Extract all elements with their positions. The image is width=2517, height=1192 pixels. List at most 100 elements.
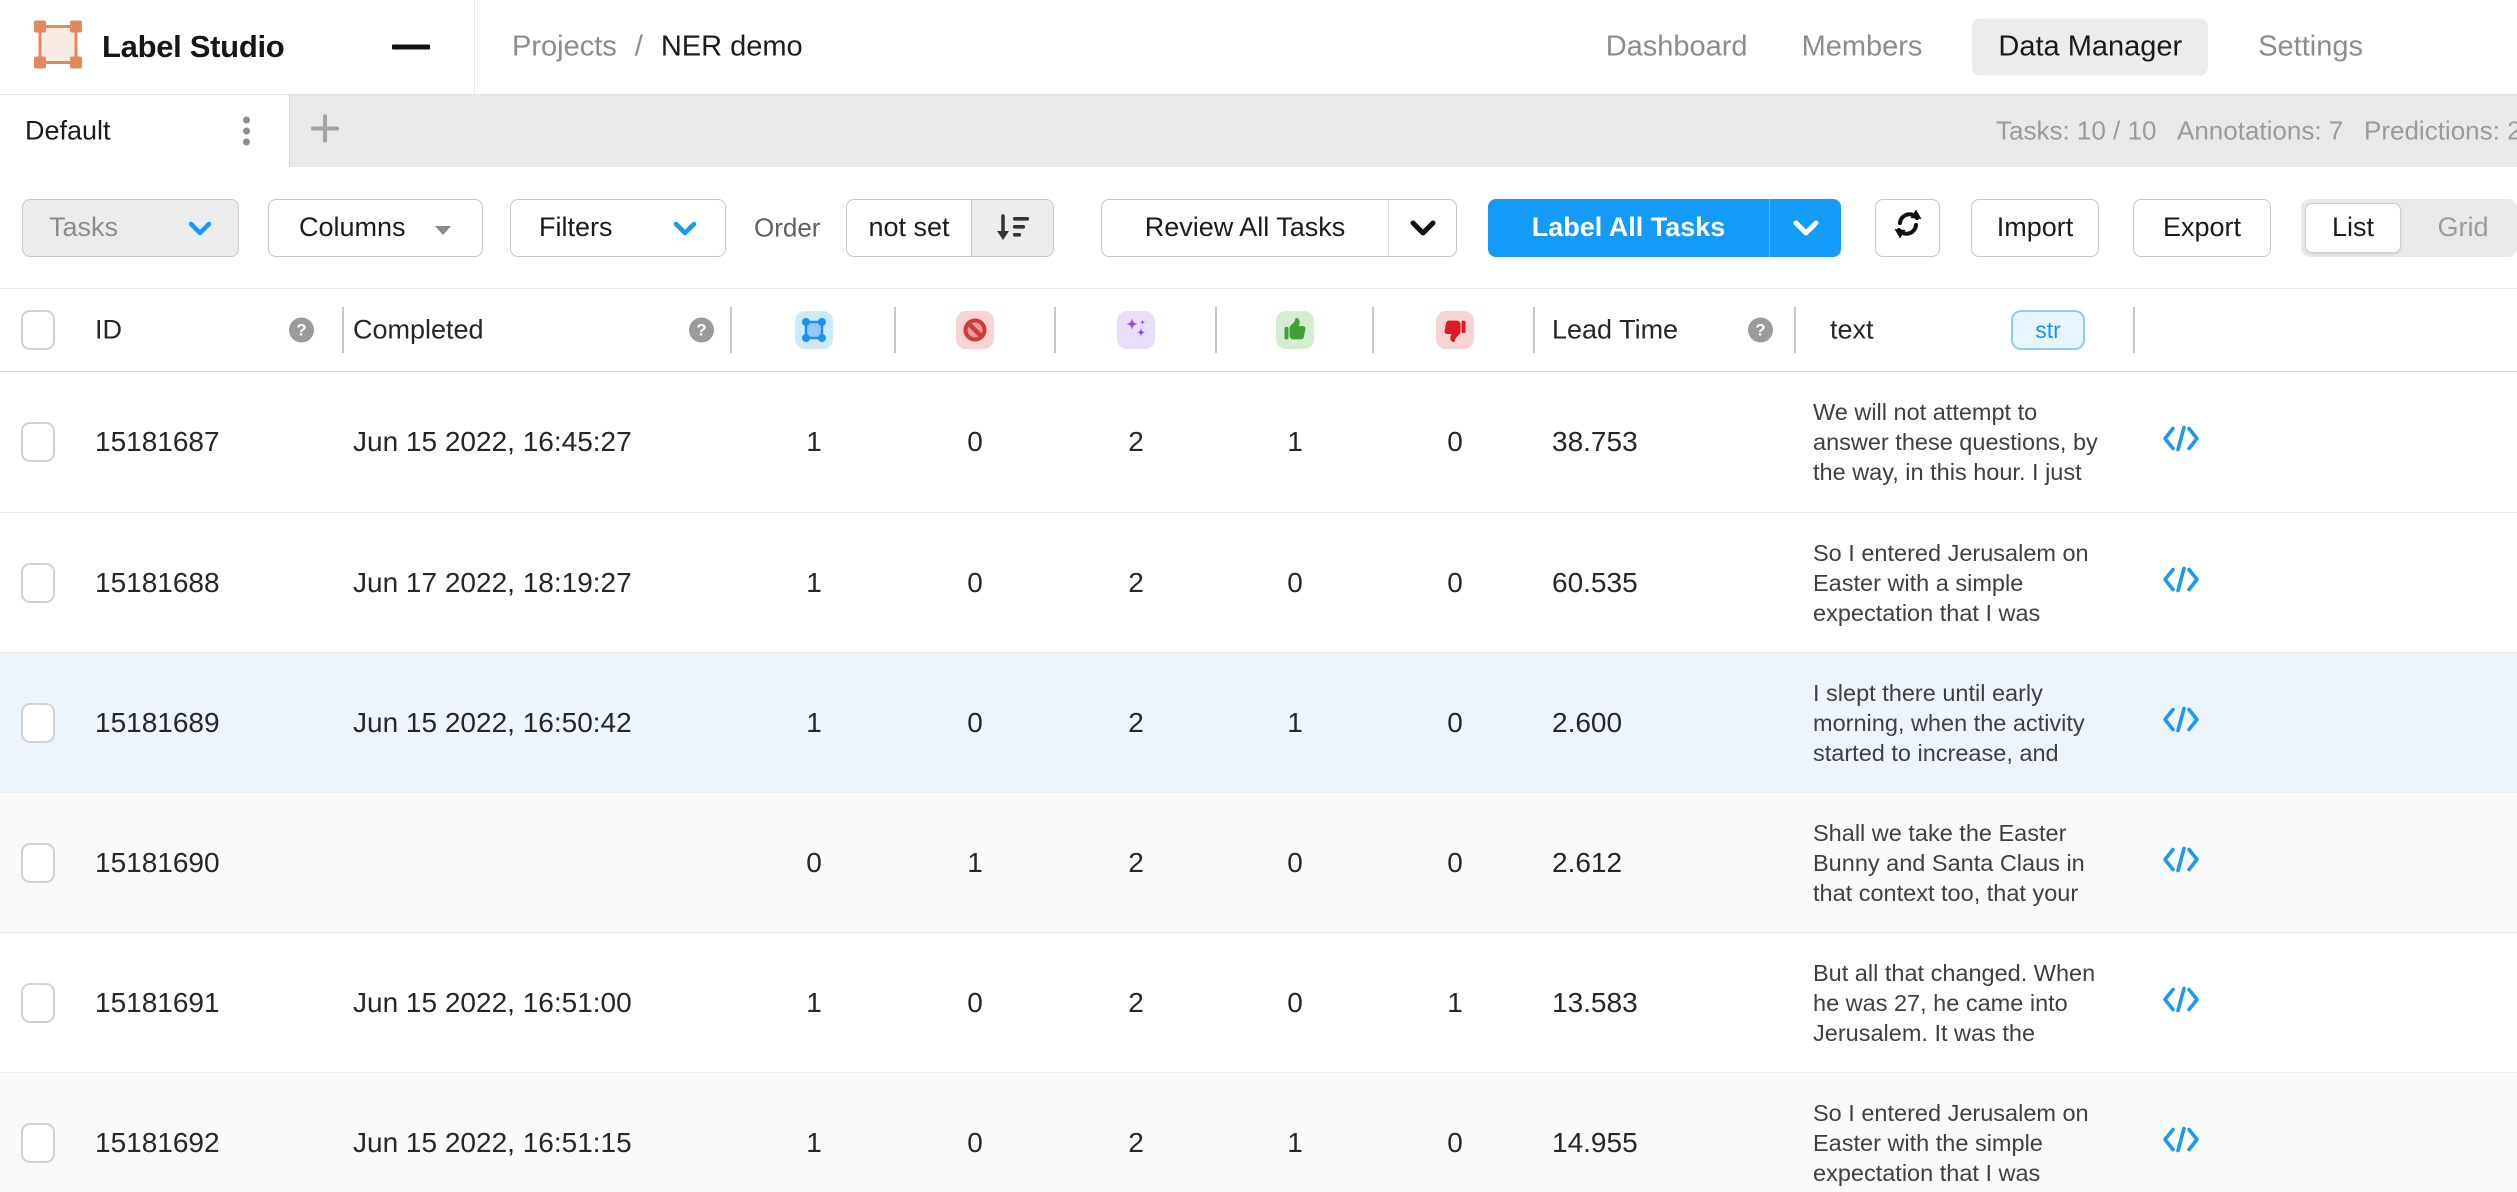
filters-dropdown-button[interactable]: Filters bbox=[510, 199, 726, 257]
annotations-value: 1 bbox=[754, 707, 874, 739]
refresh-icon bbox=[1891, 207, 1925, 248]
column-header-lead-time[interactable]: Lead Time bbox=[1552, 315, 1678, 346]
breadcrumb-projects-link[interactable]: Projects bbox=[512, 31, 617, 64]
nav-dashboard[interactable]: Dashboard bbox=[1602, 19, 1752, 76]
code-icon[interactable] bbox=[2162, 1124, 2200, 1161]
task-text: I slept there until early morning, when … bbox=[1813, 678, 2103, 768]
rejected-value: 0 bbox=[1395, 1127, 1515, 1159]
review-all-tasks-button[interactable]: Review All Tasks bbox=[1101, 199, 1457, 257]
code-icon[interactable] bbox=[2162, 984, 2200, 1021]
column-divider[interactable] bbox=[894, 307, 896, 353]
column-header-id[interactable]: ID bbox=[95, 315, 122, 346]
completed-date: Jun 15 2022, 16:50:42 bbox=[353, 707, 632, 739]
chevron-down-icon[interactable] bbox=[1388, 200, 1456, 256]
cancelled-annotations-column-icon[interactable] bbox=[956, 311, 994, 349]
code-icon[interactable] bbox=[2162, 704, 2200, 741]
view-toggle-list[interactable]: List bbox=[2305, 203, 2401, 253]
annotations-column-icon[interactable] bbox=[795, 311, 833, 349]
rejected-value: 1 bbox=[1395, 987, 1515, 1019]
row-checkbox[interactable] bbox=[21, 703, 55, 743]
annotations-value: 1 bbox=[754, 426, 874, 458]
label-all-tasks-button[interactable]: Label All Tasks bbox=[1488, 199, 1841, 257]
task-text: So I entered Jerusalem on Easter with th… bbox=[1813, 1098, 2103, 1188]
rejected-value: 0 bbox=[1395, 567, 1515, 599]
column-divider[interactable] bbox=[1054, 307, 1056, 353]
order-label: Order bbox=[754, 212, 820, 243]
table-row[interactable]: 15181692 Jun 15 2022, 16:51:15 1 0 2 1 0… bbox=[0, 1072, 2517, 1192]
column-divider[interactable] bbox=[1372, 307, 1374, 353]
sort-descending-icon[interactable] bbox=[971, 200, 1053, 256]
column-divider[interactable] bbox=[1794, 307, 1796, 353]
predictions-value: 2 bbox=[1076, 1127, 1196, 1159]
data-manager-toolbar: Tasks Columns Filters Order not set Re bbox=[0, 167, 2517, 289]
annotations-count: Annotations: 7 bbox=[2177, 116, 2343, 147]
add-tab-icon[interactable] bbox=[310, 114, 340, 149]
label-studio-logo-icon bbox=[32, 19, 84, 76]
nav-settings[interactable]: Settings bbox=[2254, 19, 2367, 76]
select-all-checkbox[interactable] bbox=[21, 310, 55, 350]
task-id: 15181691 bbox=[95, 987, 220, 1019]
breadcrumb-separator: / bbox=[635, 31, 643, 64]
column-divider[interactable] bbox=[2133, 307, 2135, 353]
row-checkbox[interactable] bbox=[21, 1123, 55, 1163]
table-row[interactable]: 15181688 Jun 17 2022, 18:19:27 1 0 2 0 0… bbox=[0, 512, 2517, 652]
row-checkbox[interactable] bbox=[21, 843, 55, 883]
table-row[interactable]: 15181690 0 1 2 0 0 2.612 Shall we take t… bbox=[0, 792, 2517, 932]
hamburger-menu-icon[interactable] bbox=[392, 39, 430, 56]
cancelled-value: 0 bbox=[915, 567, 1035, 599]
tab-default[interactable]: Default bbox=[0, 95, 290, 167]
completed-date: Jun 15 2022, 16:51:00 bbox=[353, 987, 632, 1019]
code-icon[interactable] bbox=[2162, 424, 2200, 461]
table-row[interactable]: 15181687 Jun 15 2022, 16:45:27 1 0 2 1 0… bbox=[0, 372, 2517, 512]
column-divider[interactable] bbox=[1533, 307, 1535, 353]
column-divider[interactable] bbox=[1215, 307, 1217, 353]
view-toggle-grid[interactable]: Grid bbox=[2413, 199, 2513, 257]
accepted-value: 1 bbox=[1235, 1127, 1355, 1159]
lead-time-value: 13.583 bbox=[1552, 987, 1638, 1019]
rejected-value: 0 bbox=[1395, 426, 1515, 458]
rejected-value: 0 bbox=[1395, 847, 1515, 879]
accepted-column-icon[interactable] bbox=[1276, 311, 1314, 349]
order-value-button[interactable]: not set bbox=[846, 199, 1054, 257]
columns-dropdown-button[interactable]: Columns bbox=[268, 199, 483, 257]
help-icon: ? bbox=[689, 318, 714, 343]
project-nav: Dashboard Members Data Manager Settings bbox=[1602, 19, 2367, 76]
view-tab-strip: Default Tasks: 10 / 10 Annotations: 7 Pr… bbox=[0, 95, 2517, 167]
task-text: But all that changed. When he was 27, he… bbox=[1813, 958, 2103, 1048]
accepted-value: 0 bbox=[1235, 987, 1355, 1019]
task-table-body: 15181687 Jun 15 2022, 16:45:27 1 0 2 1 0… bbox=[0, 372, 2517, 1192]
chevron-down-icon[interactable] bbox=[1769, 199, 1841, 257]
cancelled-value: 1 bbox=[915, 847, 1035, 879]
predictions-column-icon[interactable] bbox=[1117, 311, 1155, 349]
code-icon[interactable] bbox=[2162, 564, 2200, 601]
nav-members[interactable]: Members bbox=[1798, 19, 1927, 76]
column-divider[interactable] bbox=[730, 307, 732, 353]
table-row[interactable]: 15181691 Jun 15 2022, 16:51:00 1 0 2 0 1… bbox=[0, 932, 2517, 1072]
code-icon[interactable] bbox=[2162, 844, 2200, 881]
cancelled-value: 0 bbox=[915, 987, 1035, 1019]
export-label: Export bbox=[2163, 212, 2241, 243]
rejected-column-icon[interactable] bbox=[1436, 311, 1474, 349]
refresh-button[interactable] bbox=[1875, 199, 1940, 257]
task-id: 15181692 bbox=[95, 1127, 220, 1159]
predictions-value: 2 bbox=[1076, 847, 1196, 879]
tasks-dropdown-label: Tasks bbox=[49, 212, 118, 243]
column-header-text[interactable]: text bbox=[1830, 315, 1874, 346]
row-checkbox[interactable] bbox=[21, 983, 55, 1023]
tasks-dropdown-button[interactable]: Tasks bbox=[22, 199, 239, 257]
breadcrumb: Projects / NER demo bbox=[512, 31, 803, 64]
tasks-count: Tasks: 10 / 10 bbox=[1996, 116, 2156, 147]
table-row[interactable]: 15181689 Jun 15 2022, 16:50:42 1 0 2 1 0… bbox=[0, 652, 2517, 792]
predictions-value: 2 bbox=[1076, 567, 1196, 599]
export-button[interactable]: Export bbox=[2133, 199, 2271, 257]
column-divider[interactable] bbox=[342, 307, 344, 353]
predictions-value: 2 bbox=[1076, 987, 1196, 1019]
column-header-completed[interactable]: Completed bbox=[353, 315, 484, 346]
row-checkbox[interactable] bbox=[21, 422, 55, 462]
annotations-value: 1 bbox=[754, 987, 874, 1019]
completed-date: Jun 15 2022, 16:51:15 bbox=[353, 1127, 632, 1159]
tab-options-kebab-icon[interactable] bbox=[243, 113, 250, 150]
nav-data-manager[interactable]: Data Manager bbox=[1972, 19, 2208, 76]
import-button[interactable]: Import bbox=[1971, 199, 2099, 257]
row-checkbox[interactable] bbox=[21, 563, 55, 603]
